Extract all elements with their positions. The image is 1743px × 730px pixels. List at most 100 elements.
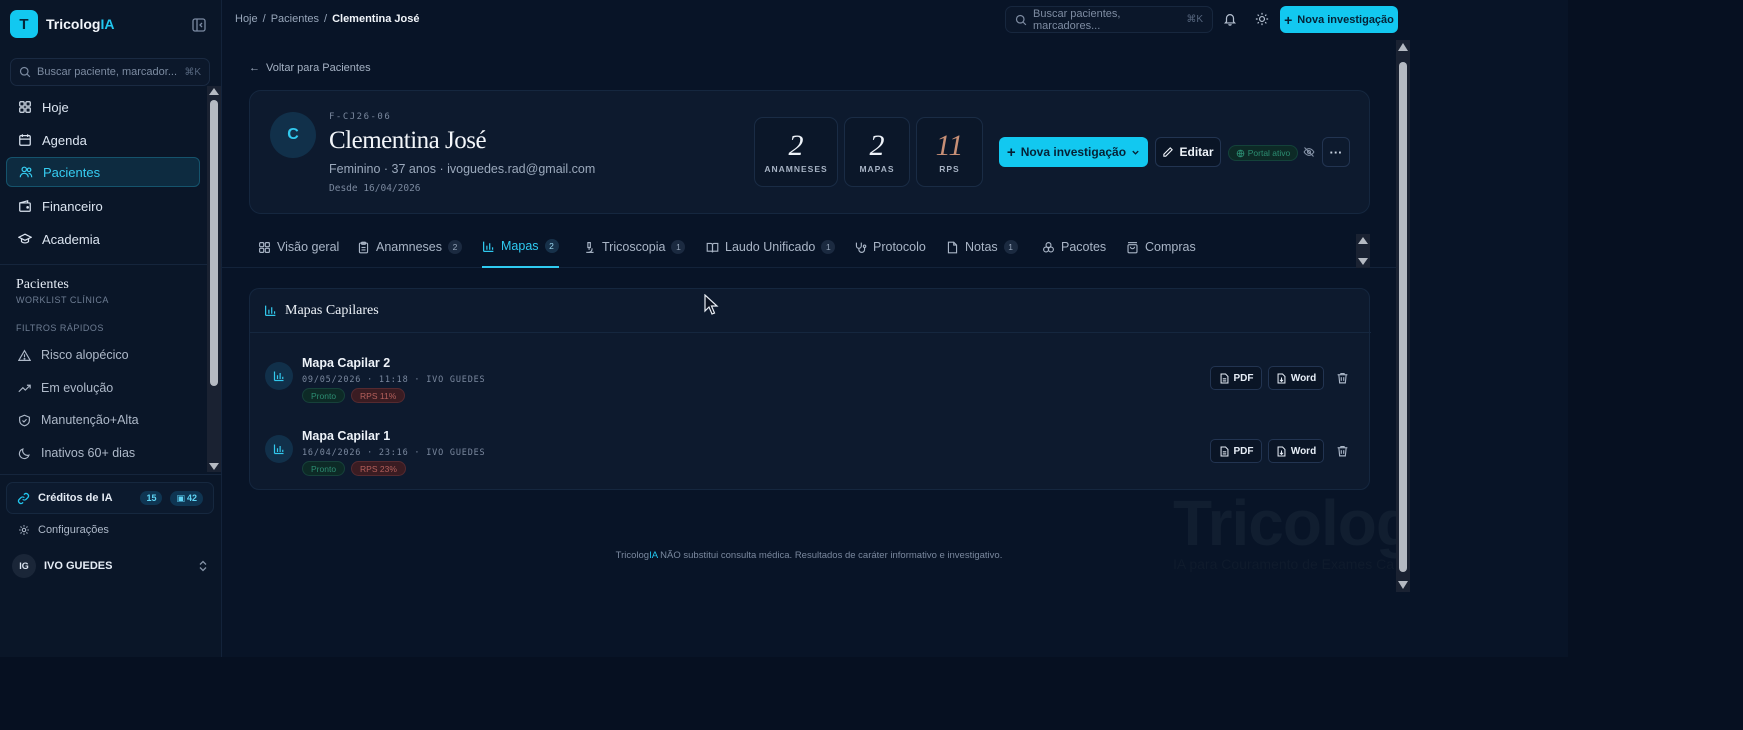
trending-up-icon	[18, 384, 31, 392]
scrollbar-thumb[interactable]	[210, 100, 218, 386]
list-item[interactable]: Mapa Capilar 2 09/05/2026 · 11:18 · IVO …	[250, 350, 1371, 412]
main-scrollbar[interactable]	[1396, 40, 1410, 592]
settings-link[interactable]: Configurações	[18, 524, 109, 536]
plus-icon: +	[1284, 11, 1293, 28]
download-pdf-button[interactable]: PDF	[1210, 366, 1262, 390]
patient-since: Desde 16/04/2026	[329, 183, 421, 194]
map-date: 16/04/2026 · 23:16 · IVO GUEDES	[302, 448, 486, 458]
plus-icon: +	[1006, 143, 1016, 161]
sidebar-search-input[interactable]: Buscar paciente, marcador... ⌘K	[10, 58, 210, 86]
download-word-button[interactable]: Word	[1268, 366, 1324, 390]
file-icon	[1220, 446, 1228, 456]
filter-manutencao-alta[interactable]: Manutenção+Alta	[18, 408, 139, 432]
scroll-up-arrow[interactable]	[1358, 237, 1368, 244]
breadcrumb-item-pacientes[interactable]: Pacientes	[271, 13, 319, 25]
tab-count-badge: 1	[1003, 240, 1018, 254]
map-title[interactable]: Mapa Capilar 2	[302, 356, 390, 370]
filter-em-evolucao[interactable]: Em evolução	[18, 376, 113, 400]
breadcrumb-separator: /	[262, 13, 266, 25]
users-icon	[19, 166, 33, 178]
more-horizontal-icon: ···	[1329, 144, 1343, 160]
tab-notas[interactable]: Notas 1	[946, 226, 1018, 268]
edit-patient-button[interactable]: Editar	[1155, 137, 1221, 167]
list-item[interactable]: Mapa Capilar 1 16/04/2026 · 23:16 · IVO …	[250, 423, 1371, 485]
sidebar-item-agenda[interactable]: Agenda	[6, 125, 200, 155]
sidebar-scrollbar[interactable]	[207, 86, 221, 472]
rps-badge: RPS 23%	[351, 461, 406, 476]
breadcrumb-current: Clementina José	[332, 13, 420, 25]
watermark-logo: TricologIA	[1173, 487, 1396, 559]
sidebar: T TricologIA Buscar paciente, marcador..…	[0, 0, 222, 657]
scroll-up-arrow[interactable]	[1398, 43, 1408, 51]
sidebar-item-pacientes[interactable]: Pacientes	[6, 157, 200, 187]
globe-icon	[1236, 149, 1245, 157]
user-name: IVO GUEDES	[44, 560, 113, 572]
scroll-down-arrow[interactable]	[1358, 258, 1368, 265]
bell-icon[interactable]	[1223, 12, 1237, 26]
stat-rps[interactable]: 11 RPS	[916, 117, 983, 187]
trash-icon[interactable]	[1336, 444, 1349, 458]
topbar: Hoje / Pacientes / Clementina José Busca…	[222, 0, 1408, 40]
filter-inativos[interactable]: Inativos 60+ dias	[18, 441, 135, 465]
image-icon: ▣	[176, 492, 185, 503]
microscope-icon	[586, 241, 594, 253]
new-investigation-button[interactable]: + Nova investigação	[1280, 6, 1398, 33]
tab-count-badge: 1	[671, 240, 686, 254]
link-icon	[17, 492, 30, 504]
eye-off-icon[interactable]	[1303, 146, 1315, 158]
back-to-patients-link[interactable]: ← Voltar para Pacientes	[249, 62, 371, 74]
patient-new-investigation-button[interactable]: + Nova investigação	[999, 137, 1148, 167]
global-search-placeholder: Buscar pacientes, marcadores...	[1033, 7, 1121, 32]
stat-label: MAPAS	[859, 163, 895, 174]
user-menu[interactable]: IG IVO GUEDES	[12, 554, 208, 578]
maps-card-title: Mapas Capilares	[285, 302, 379, 318]
stat-label: RPS	[939, 163, 960, 174]
tab-compras[interactable]: Compras	[1126, 226, 1196, 268]
breadcrumb-item-hoje[interactable]: Hoje	[235, 13, 258, 25]
sidebar-collapse-icon[interactable]	[191, 17, 207, 33]
filter-risco-alopecico[interactable]: Risco alopécico	[18, 343, 129, 367]
scroll-down-arrow[interactable]	[209, 463, 219, 470]
sun-icon[interactable]	[1255, 12, 1269, 26]
tabs-scroll-control[interactable]	[1356, 234, 1370, 268]
sidebar-section-title: Pacientes	[16, 277, 69, 292]
outer-background	[0, 657, 1743, 730]
patient-tabs: Visão geral Anamneses 2 Mapas 2 Tricosco…	[222, 226, 1396, 268]
more-options-button[interactable]: ···	[1322, 137, 1350, 167]
map-title[interactable]: Mapa Capilar 1	[302, 429, 390, 443]
global-search-input[interactable]: Buscar pacientes, marcadores... ⌘K	[1005, 6, 1213, 33]
tab-anamneses[interactable]: Anamneses 2	[357, 226, 463, 268]
tab-pacotes[interactable]: Pacotes	[1042, 226, 1106, 268]
wallet-icon	[19, 199, 31, 212]
status-badge: Pronto	[302, 388, 346, 403]
tab-protocolo[interactable]: Protocolo	[854, 226, 926, 268]
shortcut-hint: ⌘K	[184, 66, 201, 78]
tab-tricoscopia[interactable]: Tricoscopia 1	[583, 226, 686, 268]
trash-icon[interactable]	[1336, 371, 1349, 385]
download-pdf-button[interactable]: PDF	[1210, 439, 1262, 463]
ai-credits[interactable]: Créditos de IA 15 ▣ 42	[6, 482, 214, 514]
scrollbar-thumb[interactable]	[1399, 62, 1407, 572]
bar-chart-icon	[483, 241, 494, 252]
tab-count-badge: 1	[821, 240, 836, 254]
credits-image-badge: ▣ 42	[170, 490, 203, 506]
sidebar-item-academia[interactable]: Academia	[6, 224, 200, 254]
brand[interactable]: T TricologIA	[10, 10, 114, 38]
main-content: ← Voltar para Pacientes C F-CJ26-06 Clem…	[222, 40, 1396, 592]
scroll-up-arrow[interactable]	[209, 88, 219, 95]
search-icon	[1015, 14, 1027, 25]
tab-laudo-unificado[interactable]: Laudo Unificado 1	[706, 226, 836, 268]
stat-mapas[interactable]: 2 MAPAS	[844, 117, 910, 187]
filter-label: Risco alopécico	[41, 348, 129, 362]
breadcrumb: Hoje / Pacientes / Clementina José	[235, 13, 419, 25]
sidebar-item-financeiro[interactable]: Financeiro	[6, 191, 200, 221]
download-word-button[interactable]: Word	[1268, 439, 1324, 463]
tab-visao-geral[interactable]: Visão geral	[258, 226, 339, 268]
patient-meta: Feminino · 37 anos · ivoguedes.rad@gmail…	[329, 162, 596, 176]
file-download-icon	[1277, 373, 1286, 383]
stat-anamneses[interactable]: 2 ANAMNESES	[754, 117, 838, 187]
tab-mapas[interactable]: Mapas 2	[482, 226, 559, 268]
scroll-down-arrow[interactable]	[1398, 581, 1408, 589]
sidebar-item-hoje[interactable]: Hoje	[6, 92, 200, 122]
sidebar-divider	[0, 264, 222, 265]
